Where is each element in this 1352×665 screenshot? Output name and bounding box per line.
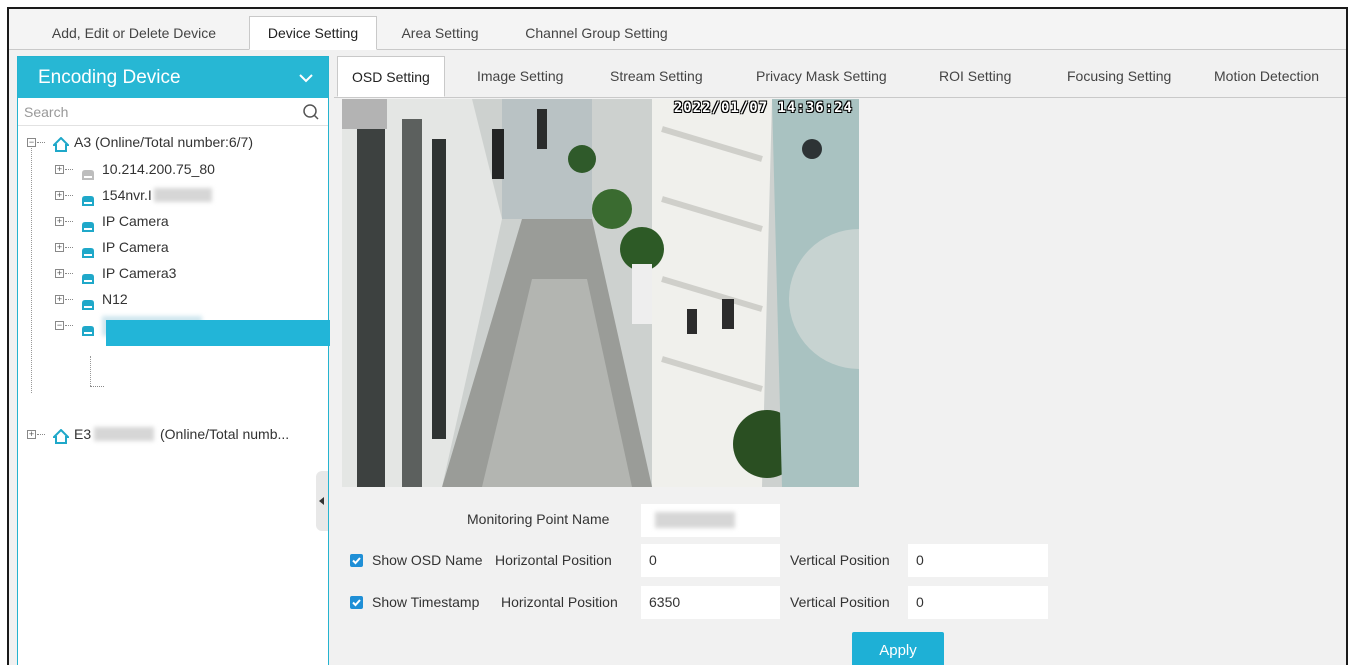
vertical-position-label: Vertical Position [790, 552, 890, 568]
search-icon[interactable] [302, 103, 320, 121]
collapse-icon[interactable]: − [27, 138, 36, 147]
panel-title: Encoding Device [38, 67, 181, 88]
tree-node-channel-selected[interactable] [106, 320, 330, 346]
tab-area-setting[interactable]: Area Setting [384, 17, 496, 49]
horizontal-position-label: Horizontal Position [501, 594, 618, 610]
camera-preview: 2022/01/07 14:36:24 [342, 99, 859, 487]
tree-connector [37, 434, 45, 435]
tree-node-device[interactable]: + 10.214.200.75_80 [18, 156, 328, 182]
expand-icon[interactable]: + [55, 191, 64, 200]
redacted-text [94, 427, 154, 441]
redacted-text [154, 188, 212, 202]
tree-connector [65, 247, 73, 248]
tab-stream-setting[interactable]: Stream Setting [610, 56, 703, 97]
osd-horizontal-position-input[interactable]: 0 [641, 544, 780, 577]
monitoring-point-name-field[interactable] [641, 504, 780, 537]
tree-connector [65, 221, 73, 222]
tab-image-setting[interactable]: Image Setting [477, 56, 563, 97]
show-timestamp-label: Show Timestamp [372, 594, 480, 610]
tree-node-e3[interactable]: + E3 (Online/Total numb... [18, 421, 328, 447]
show-timestamp-checkbox[interactable] [350, 596, 363, 609]
monitoring-point-name-label: Monitoring Point Name [467, 511, 610, 527]
tree-connector [90, 356, 91, 386]
apply-button[interactable]: Apply [852, 632, 944, 665]
top-tab-bar: Add, Edit or Delete Device Device Settin… [9, 9, 1346, 50]
camera-scene [342, 99, 859, 487]
search-input[interactable]: Search [18, 100, 328, 126]
settings-tab-bar: OSD Setting Image Setting Stream Setting… [334, 56, 1346, 98]
tab-channel-group-setting[interactable]: Channel Group Setting [504, 17, 689, 49]
collapse-icon[interactable]: − [55, 321, 64, 330]
expand-icon[interactable]: + [55, 269, 64, 278]
expand-icon[interactable]: + [55, 243, 64, 252]
encoding-device-header[interactable]: Encoding Device [18, 57, 328, 98]
tab-focusing-setting[interactable]: Focusing Setting [1067, 56, 1171, 97]
tree-node-device[interactable]: + IP Camera3 [18, 260, 328, 286]
tab-motion-detection[interactable]: Motion Detection [1214, 56, 1319, 97]
tab-osd-setting[interactable]: OSD Setting [337, 56, 445, 97]
tree-connector [65, 325, 73, 326]
tab-add-edit-delete-device[interactable]: Add, Edit or Delete Device [25, 17, 243, 49]
tree-connector [90, 386, 104, 387]
osd-vertical-position-input[interactable]: 0 [908, 544, 1048, 577]
tab-roi-setting[interactable]: ROI Setting [939, 56, 1011, 97]
chevron-down-icon[interactable] [296, 57, 316, 98]
tree-connector [65, 195, 73, 196]
tree-connector [65, 273, 73, 274]
expand-icon[interactable]: + [55, 295, 64, 304]
show-osd-name-checkbox[interactable] [350, 554, 363, 567]
home-icon [51, 426, 71, 452]
tree-node-device[interactable]: + IP Camera [18, 234, 328, 260]
tree-connector [65, 169, 73, 170]
tree-connector [37, 142, 45, 143]
tree-node-device[interactable]: + 154nvr.I [18, 182, 328, 208]
osd-timestamp: 2022/01/07 14:36:24 [673, 100, 853, 116]
tab-device-setting[interactable]: Device Setting [249, 16, 377, 50]
collapse-panel-handle[interactable] [316, 471, 328, 531]
tree-node-a3[interactable]: − A3 (Online/Total number:6/7) [18, 129, 328, 155]
nvr-online-icon [80, 319, 96, 345]
expand-icon[interactable]: + [55, 165, 64, 174]
app-window: Add, Edit or Delete Device Device Settin… [7, 7, 1348, 665]
tree-node-device[interactable]: + IP Camera [18, 208, 328, 234]
redacted-text [655, 512, 735, 528]
vertical-position-label: Vertical Position [790, 594, 890, 610]
expand-icon[interactable]: + [27, 430, 36, 439]
expand-icon[interactable]: + [55, 217, 64, 226]
tab-privacy-mask-setting[interactable]: Privacy Mask Setting [756, 56, 887, 97]
device-tree-panel: Encoding Device Search − A3 (Online/Tota… [17, 56, 330, 665]
show-osd-name-label: Show OSD Name [372, 552, 483, 568]
tree-connector [65, 299, 73, 300]
tree-node-device[interactable]: + N12 [18, 286, 328, 312]
timestamp-horizontal-position-input[interactable]: 6350 [641, 586, 780, 619]
horizontal-position-label: Horizontal Position [495, 552, 612, 568]
timestamp-vertical-position-input[interactable]: 0 [908, 586, 1048, 619]
